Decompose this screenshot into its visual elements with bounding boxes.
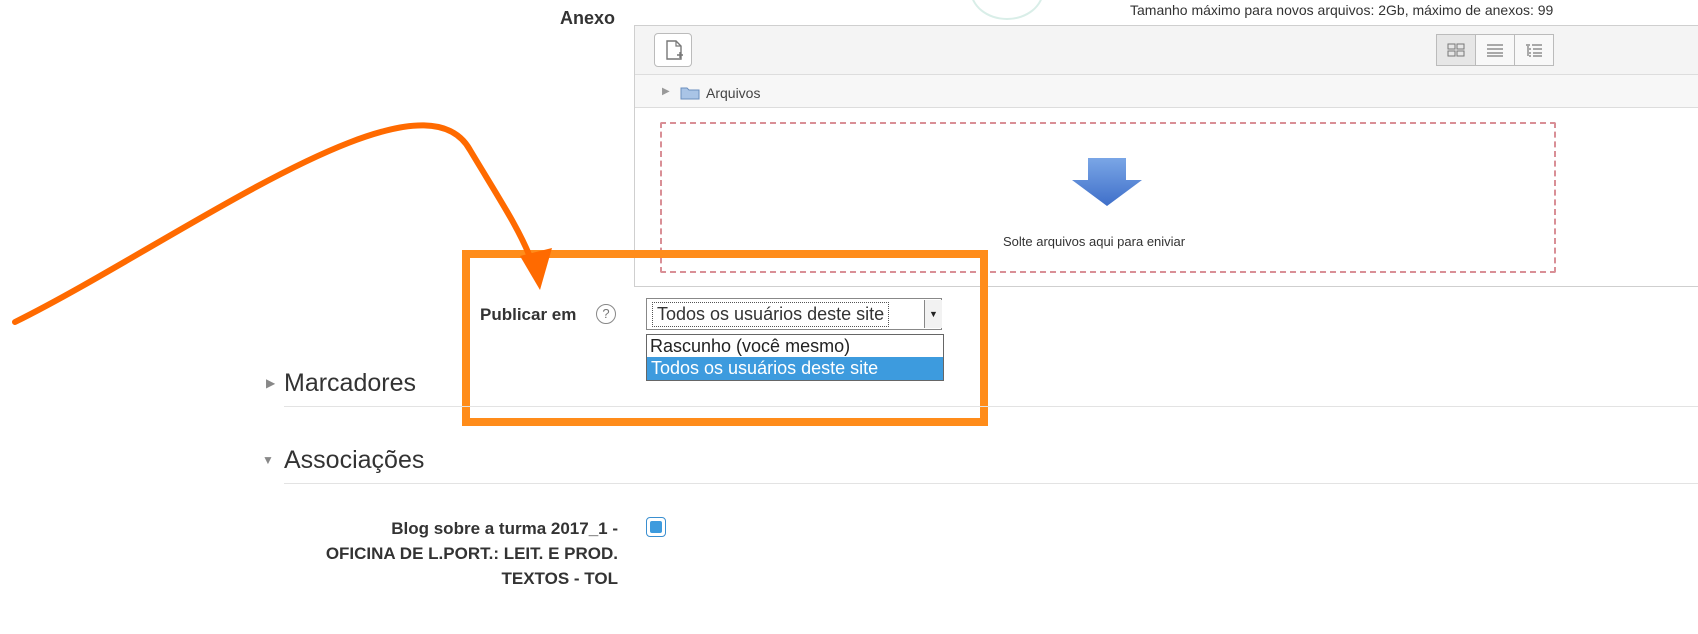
arrowhead-icon [520, 248, 552, 290]
annotation-arrow [12, 122, 552, 325]
